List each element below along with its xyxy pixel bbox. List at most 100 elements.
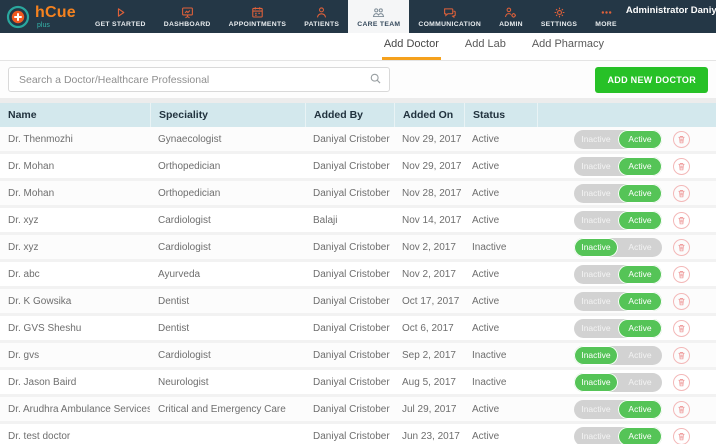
delete-button[interactable] [673,131,690,148]
toggle-inactive-label[interactable]: Inactive [574,373,618,392]
trash-icon [677,162,686,171]
doctor-speciality: Cardiologist [150,242,305,253]
added-by: Daniyal Cristober [305,323,394,334]
add-new-doctor-button[interactable]: ADD NEW DOCTOR [595,67,708,93]
toggle-inactive-label[interactable]: Inactive [574,130,618,149]
nav-item-more[interactable]: MORE [586,0,626,33]
status-text: Active [464,269,537,280]
settings-icon [553,6,566,19]
nav-item-settings[interactable]: SETTINGS [532,0,586,33]
row-actions: InactiveActive [537,157,716,176]
toggle-active-label[interactable]: Active [618,238,662,257]
doctor-name: Dr. gvs [0,350,150,361]
nav-item-patients[interactable]: PATIENTS [295,0,348,33]
toggle-active-label[interactable]: Active [618,211,662,230]
user-area[interactable]: Administrator Daniyal Cristober SPAARC [626,0,716,33]
calendar-icon [251,6,264,19]
status-toggle[interactable]: InactiveActive [574,373,662,392]
table-row: Dr. xyzCardiologistDaniyal CristoberNov … [0,235,716,262]
status-text: Active [464,215,537,226]
col-header-actions [537,103,716,127]
status-toggle[interactable]: InactiveActive [574,157,662,176]
toggle-inactive-label[interactable]: Inactive [574,211,618,230]
toggle-active-label[interactable]: Active [618,292,662,311]
row-actions: InactiveActive [537,319,716,338]
toggle-inactive-label[interactable]: Inactive [574,238,618,257]
status-toggle[interactable]: InactiveActive [574,265,662,284]
toggle-inactive-label[interactable]: Inactive [574,400,618,419]
status-toggle[interactable]: InactiveActive [574,346,662,365]
toggle-active-label[interactable]: Active [618,130,662,149]
status-toggle[interactable]: InactiveActive [574,292,662,311]
toggle-inactive-label[interactable]: Inactive [574,292,618,311]
col-header-status[interactable]: Status [464,103,537,127]
status-text: Active [464,296,537,307]
table-row: Dr. xyzCardiologistBalajiNov 14, 2017Act… [0,208,716,235]
doctor-name: Dr. Thenmozhi [0,134,150,145]
nav-item-get-started[interactable]: GET STARTED [86,0,155,33]
delete-button[interactable] [673,320,690,337]
doctor-speciality: Cardiologist [150,350,305,361]
toggle-inactive-label[interactable]: Inactive [574,265,618,284]
toggle-active-label[interactable]: Active [618,400,662,419]
delete-button[interactable] [673,158,690,175]
toggle-active-label[interactable]: Active [618,373,662,392]
status-text: Active [464,134,537,145]
status-toggle[interactable]: InactiveActive [574,184,662,203]
nav-item-admin[interactable]: ADMIN [490,0,532,33]
user-name: Administrator Daniyal Cristober [626,5,716,17]
delete-button[interactable] [673,401,690,418]
status-toggle[interactable]: InactiveActive [574,238,662,257]
toggle-active-label[interactable]: Active [618,265,662,284]
toggle-inactive-label[interactable]: Inactive [574,346,618,365]
tab-add-pharmacy[interactable]: Add Pharmacy [530,38,606,60]
status-toggle[interactable]: InactiveActive [574,211,662,230]
trash-icon [677,324,686,333]
col-header-added-on[interactable]: Added On [394,103,464,127]
delete-button[interactable] [673,212,690,229]
delete-button[interactable] [673,428,690,444]
nav-item-appointments[interactable]: APPOINTMENTS [220,0,296,33]
brand-logo[interactable]: hCue plus [0,0,86,33]
status-toggle[interactable]: InactiveActive [574,319,662,338]
added-by: Balaji [305,215,394,226]
status-toggle[interactable]: InactiveActive [574,400,662,419]
doctor-speciality: Gynaecologist [150,134,305,145]
trash-icon [677,216,686,225]
status-text: Inactive [464,377,537,388]
row-actions: InactiveActive [537,292,716,311]
added-on: Oct 17, 2017 [394,296,464,307]
col-header-speciality[interactable]: Speciality [150,103,305,127]
delete-button[interactable] [673,185,690,202]
nav-item-dashboard[interactable]: DASHBOARD [155,0,220,33]
search-icon [369,72,382,90]
added-on: Nov 29, 2017 [394,161,464,172]
delete-button[interactable] [673,347,690,364]
dashboard-icon [181,6,194,19]
delete-button[interactable] [673,293,690,310]
tab-add-doctor[interactable]: Add Doctor [382,38,441,60]
search-input[interactable] [8,67,390,92]
status-toggle[interactable]: InactiveActive [574,427,662,444]
col-header-added-by[interactable]: Added By [305,103,394,127]
nav-item-communication[interactable]: COMMUNICATION [409,0,490,33]
toggle-inactive-label[interactable]: Inactive [574,427,618,444]
col-header-name[interactable]: Name [0,103,150,127]
toggle-active-label[interactable]: Active [618,427,662,444]
toggle-inactive-label[interactable]: Inactive [574,157,618,176]
nav-item-label: COMMUNICATION [418,21,481,28]
toggle-inactive-label[interactable]: Inactive [574,184,618,203]
toggle-active-label[interactable]: Active [618,184,662,203]
search-wrap [8,67,390,92]
delete-button[interactable] [673,266,690,283]
tab-add-lab[interactable]: Add Lab [463,38,508,60]
delete-button[interactable] [673,374,690,391]
toggle-active-label[interactable]: Active [618,346,662,365]
toggle-active-label[interactable]: Active [618,319,662,338]
toggle-active-label[interactable]: Active [618,157,662,176]
table-row: Dr. ThenmozhiGynaecologistDaniyal Cristo… [0,127,716,154]
delete-button[interactable] [673,239,690,256]
status-toggle[interactable]: InactiveActive [574,130,662,149]
nav-item-care-team[interactable]: CARE TEAM [348,0,409,33]
toggle-inactive-label[interactable]: Inactive [574,319,618,338]
